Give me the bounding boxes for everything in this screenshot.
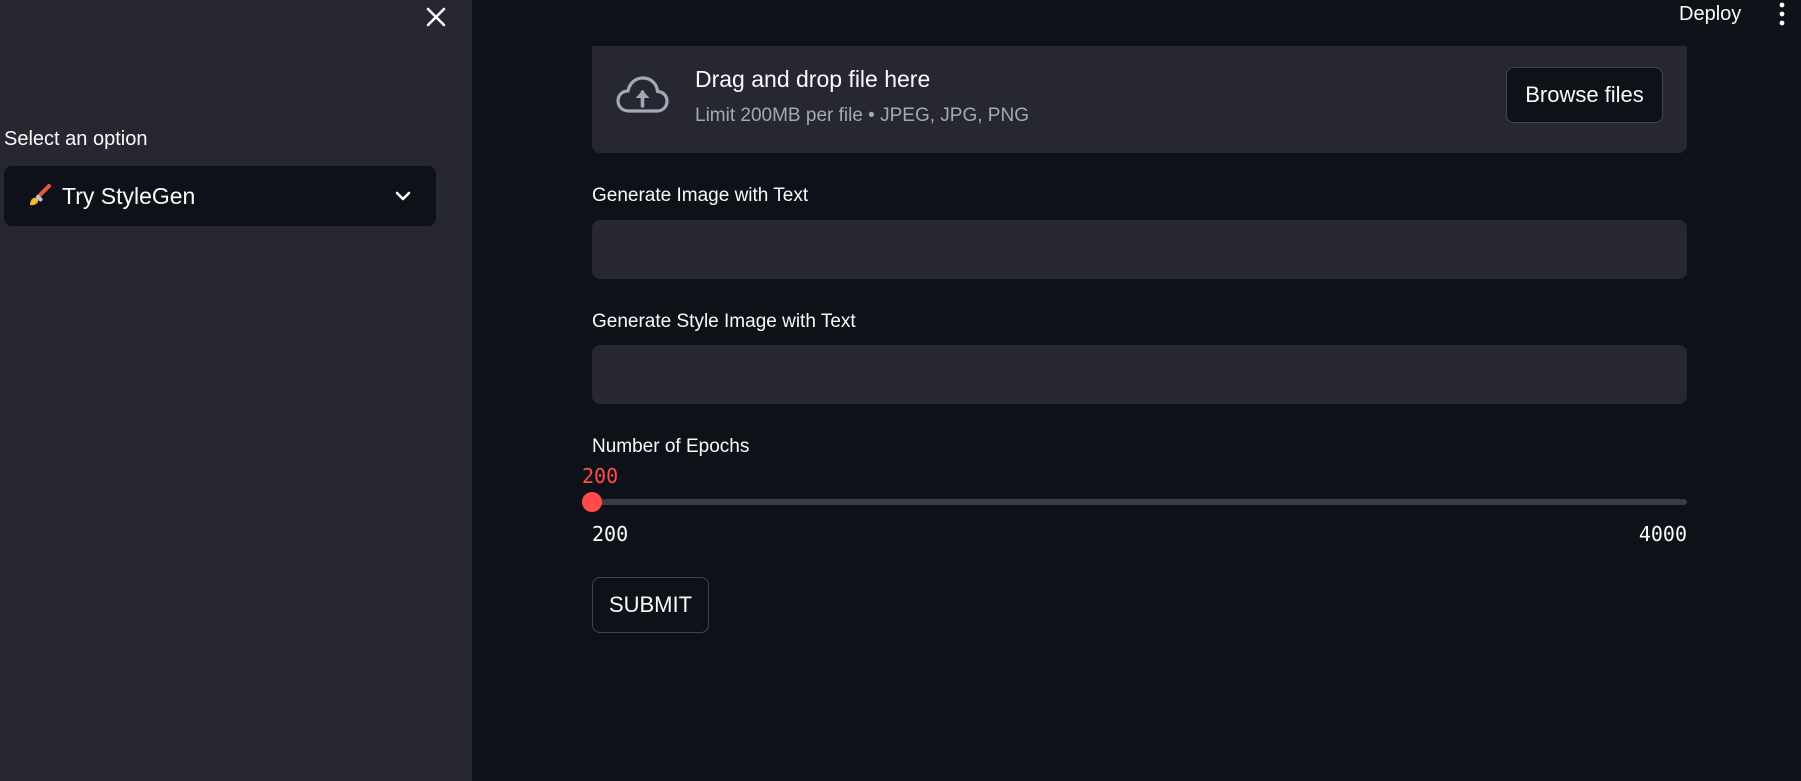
- paintbrush-icon: [30, 184, 51, 206]
- close-sidebar-button[interactable]: [421, 2, 451, 32]
- browse-files-button[interactable]: Browse files: [1506, 67, 1663, 123]
- sidebar: Select an option Try StyleGen: [0, 0, 472, 781]
- file-dropzone[interactable]: Drag and drop file here Limit 200MB per …: [592, 46, 1687, 153]
- image-text-label: Generate Image with Text: [592, 185, 809, 206]
- select-value: Try StyleGen: [62, 182, 196, 209]
- epochs-min-label: 200: [592, 522, 629, 546]
- cloud-upload-icon: [616, 76, 669, 113]
- deploy-button[interactable]: Deploy: [1679, 0, 1741, 28]
- epochs-slider-track[interactable]: [582, 492, 1687, 512]
- kebab-menu-icon: [1779, 2, 1785, 26]
- epochs-max-label: 4000: [1638, 522, 1687, 546]
- app-root: Select an option Try StyleGen Deploy Dra…: [0, 0, 1801, 781]
- epochs-current-value: 200: [582, 464, 619, 488]
- close-icon: [426, 7, 446, 27]
- style-text-label: Generate Style Image with Text: [592, 311, 856, 332]
- style-text-input[interactable]: [592, 345, 1687, 404]
- dropzone-subtitle: Limit 200MB per file • JPEG, JPG, PNG: [695, 105, 1029, 126]
- option-select[interactable]: Try StyleGen: [4, 166, 436, 226]
- image-text-input[interactable]: [592, 220, 1687, 279]
- epochs-label: Number of Epochs: [592, 436, 750, 457]
- submit-button[interactable]: SUBMIT: [592, 577, 709, 633]
- main-menu-button[interactable]: [1772, 0, 1792, 28]
- select-label: Select an option: [4, 128, 148, 150]
- dropzone-title: Drag and drop file here: [695, 66, 931, 92]
- chevron-down-icon: [395, 191, 411, 201]
- epochs-slider-thumb[interactable]: [582, 492, 602, 512]
